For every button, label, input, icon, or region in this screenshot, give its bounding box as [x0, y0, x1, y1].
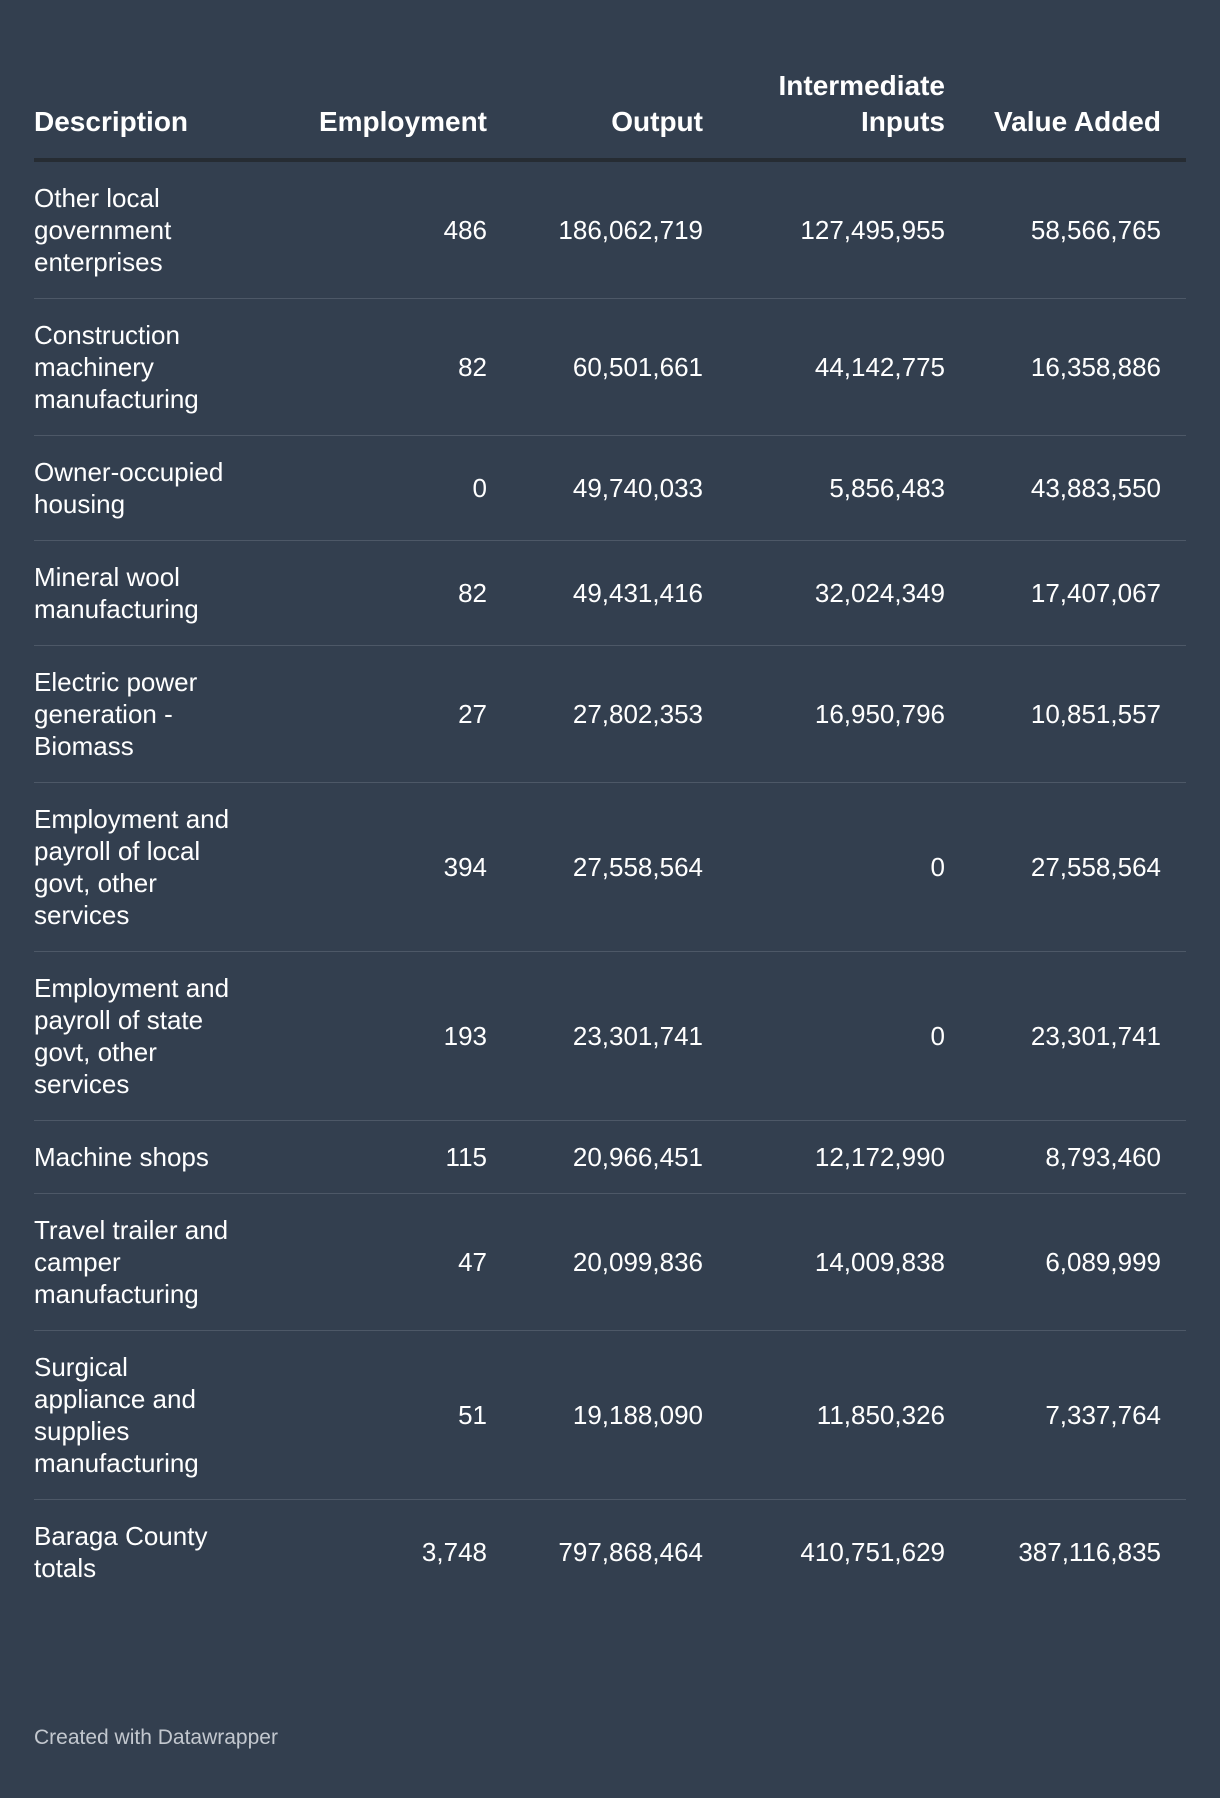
intermediate-inputs-cell: 127,495,955 — [703, 160, 945, 299]
table-body: Other local government enterprises 486 186… — [34, 160, 1186, 1604]
intermediate-inputs-cell: 32,024,349 — [703, 540, 945, 646]
intermediate-inputs-cell: 0 — [703, 782, 945, 952]
description-cell: Baraga County totals — [34, 1521, 208, 1583]
row-spacer — [1161, 1120, 1186, 1194]
description-cell: Machine shops — [34, 1120, 262, 1194]
row-spacer — [1161, 160, 1186, 299]
employment-cell: 51 — [262, 1330, 487, 1500]
row-spacer — [1161, 540, 1186, 646]
description-cell: Other local government enterprises — [34, 160, 262, 299]
value-added-cell: 10,851,557 — [945, 645, 1161, 783]
value-added-cell: 17,407,067 — [945, 540, 1161, 646]
table-row: Construction machinery manufacturing 82 60… — [34, 298, 1186, 436]
intermediate-inputs-cell: 410,751,629 — [800, 1537, 945, 1567]
employment-cell: 193 — [262, 951, 487, 1121]
value-added-cell: 58,566,765 — [945, 160, 1161, 299]
description-cell: Electric power generation - Biomass — [34, 645, 262, 783]
employment-cell: 47 — [262, 1193, 487, 1331]
row-spacer — [1161, 951, 1186, 1121]
column-header-employment[interactable]: Employment — [262, 0, 487, 162]
row-spacer — [1161, 1500, 1186, 1605]
value-added-cell: 7,337,764 — [945, 1330, 1161, 1500]
table-row: Employment and payroll of local govt, ot… — [34, 782, 1186, 952]
table-container: Description Employment Output Intermedia… — [34, 0, 1186, 1604]
employment-cell: 115 — [262, 1120, 487, 1194]
intermediate-inputs-cell: 5,856,483 — [703, 435, 945, 541]
row-spacer — [1161, 645, 1186, 783]
table-row: Travel trailer and camper manufacturing 4… — [34, 1193, 1186, 1331]
intermediate-inputs-cell: 11,850,326 — [703, 1330, 945, 1500]
table-row: Machine shops 115 20,966,451 12,172,990 8,79… — [34, 1120, 1186, 1194]
output-cell: 60,501,661 — [487, 298, 703, 436]
header-spacer — [1161, 0, 1186, 162]
data-table: Description Employment Output Intermedia… — [34, 0, 1186, 1604]
intermediate-inputs-cell: 0 — [703, 951, 945, 1121]
employment-cell: 82 — [262, 540, 487, 646]
output-cell: 797,868,464 — [558, 1537, 703, 1567]
employment-cell: 394 — [262, 782, 487, 952]
description-cell: Construction machinery manufacturing — [34, 298, 262, 436]
row-spacer — [1161, 1330, 1186, 1500]
output-cell: 186,062,719 — [487, 160, 703, 299]
employment-cell: 486 — [262, 160, 487, 299]
column-header-output[interactable]: Output — [487, 0, 703, 162]
description-cell: Employment and payroll of state govt, ot… — [34, 951, 262, 1121]
row-spacer — [1161, 1193, 1186, 1331]
table-header: Description Employment Output Intermedia… — [34, 0, 1186, 162]
value-added-cell: 43,883,550 — [945, 435, 1161, 541]
footer-credit: Created with Datawrapper — [34, 1726, 278, 1749]
description-cell: Travel trailer and camper manufacturing — [34, 1193, 262, 1331]
description-cell: Mineral wool manufacturing — [34, 540, 262, 646]
value-added-cell: 23,301,741 — [945, 951, 1161, 1121]
intermediate-inputs-cell: 14,009,838 — [703, 1193, 945, 1331]
employment-cell: 82 — [262, 298, 487, 436]
output-cell: 49,431,416 — [487, 540, 703, 646]
output-cell: 23,301,741 — [487, 951, 703, 1121]
intermediate-inputs-cell: 44,142,775 — [703, 298, 945, 436]
row-spacer — [1161, 782, 1186, 952]
intermediate-inputs-cell: 16,950,796 — [703, 645, 945, 783]
output-cell: 20,099,836 — [487, 1193, 703, 1331]
output-cell: 27,802,353 — [487, 645, 703, 783]
output-cell: 20,966,451 — [487, 1120, 703, 1194]
value-added-cell: 8,793,460 — [945, 1120, 1161, 1194]
table-row: Other local government enterprises 486 186… — [34, 160, 1186, 299]
totals-row: Baraga County totals 3,748 797,868,464 410,… — [34, 1500, 1186, 1605]
column-header-intermediate-inputs[interactable]: Intermediate Inputs — [703, 0, 945, 162]
row-spacer — [1161, 298, 1186, 436]
table-row: Electric power generation - Biomass 27 27,… — [34, 645, 1186, 783]
value-added-cell: 27,558,564 — [945, 782, 1161, 952]
intermediate-inputs-cell: 12,172,990 — [703, 1120, 945, 1194]
output-cell: 49,740,033 — [487, 435, 703, 541]
table-row: Surgical appliance and supplies manufact… — [34, 1330, 1186, 1500]
description-cell: Surgical appliance and supplies manufact… — [34, 1330, 262, 1500]
table-row: Owner-occupied housing 0 49,740,033 5,856,4… — [34, 435, 1186, 541]
description-cell: Owner-occupied housing — [34, 435, 262, 541]
employment-cell: 0 — [262, 435, 487, 541]
value-added-cell: 6,089,999 — [945, 1193, 1161, 1331]
employment-cell: 27 — [262, 645, 487, 783]
header-row: Description Employment Output Intermedia… — [34, 0, 1186, 162]
output-cell: 27,558,564 — [487, 782, 703, 952]
table-row: Employment and payroll of state govt, ot… — [34, 951, 1186, 1121]
description-cell: Employment and payroll of local govt, ot… — [34, 782, 262, 952]
table-row: Mineral wool manufacturing 82 49,431,416 32… — [34, 540, 1186, 646]
output-cell: 19,188,090 — [487, 1330, 703, 1500]
value-added-cell: 16,358,886 — [945, 298, 1161, 436]
row-spacer — [1161, 435, 1186, 541]
employment-cell: 3,748 — [421, 1537, 487, 1567]
column-header-value-added[interactable]: Value Added — [945, 0, 1161, 162]
column-header-description[interactable]: Description — [34, 0, 262, 162]
value-added-cell: 387,116,835 — [1018, 1537, 1161, 1567]
